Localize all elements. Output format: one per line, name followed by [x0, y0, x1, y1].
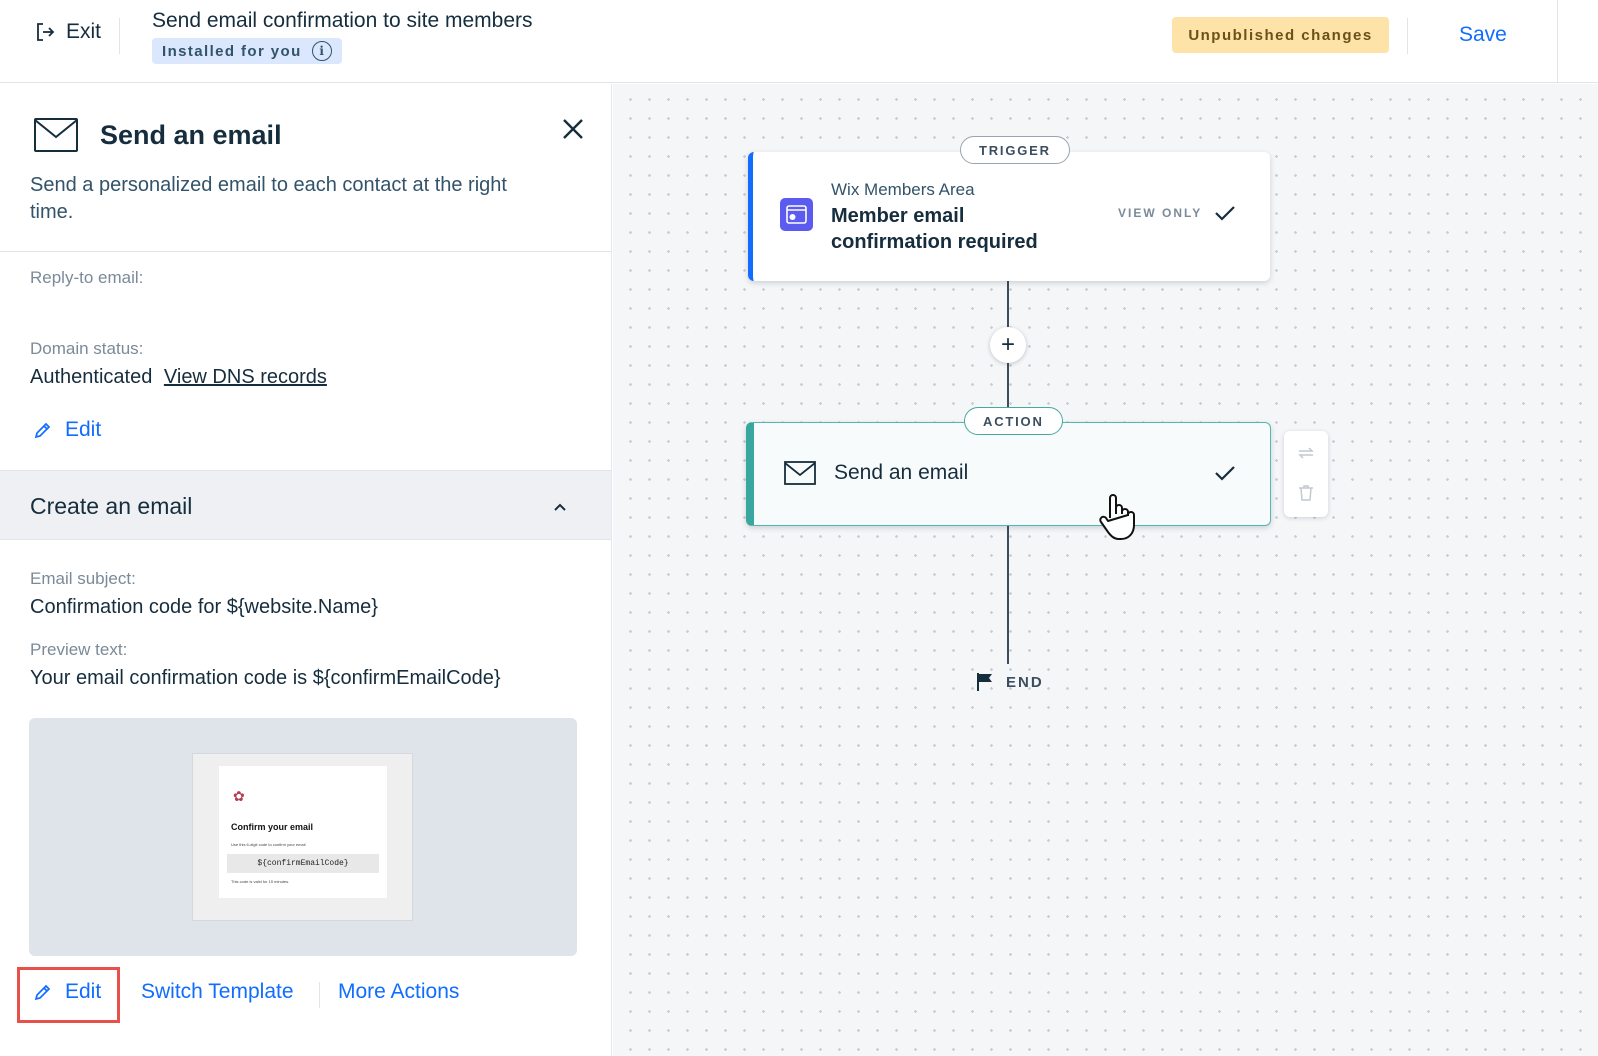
- action-settings-panel: Send an email Send a personalized email …: [0, 84, 612, 1056]
- add-step-button[interactable]: +: [990, 327, 1026, 363]
- preview-text-value: Your email confirmation code is ${confir…: [30, 667, 501, 689]
- logo-icon: ✿: [233, 788, 245, 804]
- email-preview-heading: Confirm your email: [231, 822, 314, 832]
- email-subject-value: Confirmation code for ${website.Name}: [30, 596, 378, 618]
- action-node[interactable]: Send an email: [746, 422, 1271, 526]
- replace-icon[interactable]: [1296, 443, 1316, 463]
- divider: [1407, 18, 1408, 54]
- exit-icon: [37, 23, 55, 41]
- email-subject-label: Email subject:: [30, 569, 136, 588]
- action-tag: ACTION: [964, 407, 1063, 435]
- pencil-icon: [34, 422, 51, 439]
- pencil-icon: [34, 984, 51, 1001]
- info-icon[interactable]: i: [311, 41, 332, 61]
- installed-badge-text: Installed for you: [162, 42, 302, 60]
- action-node-tools: [1284, 431, 1328, 517]
- save-button[interactable]: Save: [1459, 23, 1507, 47]
- members-area-app-icon: [780, 198, 813, 231]
- mail-icon: [34, 118, 78, 152]
- action-title: Send an email: [834, 461, 969, 484]
- panel-description: Send a personalized email to each contac…: [30, 174, 507, 223]
- domain-status-label: Domain status:: [30, 339, 144, 358]
- create-email-section-header[interactable]: Create an email: [0, 470, 611, 540]
- email-preview-area[interactable]: ✿ Confirm your email Use this 6-digit co…: [29, 718, 577, 956]
- domain-status-value: Authenticated: [30, 366, 153, 388]
- installed-badge: Installed for you i: [152, 38, 342, 64]
- edit-email-button[interactable]: Edit: [33, 980, 101, 1004]
- email-preview-body: Use this 6-digit code to confirm your em…: [231, 842, 306, 847]
- more-actions-button[interactable]: More Actions: [338, 980, 459, 1004]
- sender-edit-label: Edit: [65, 418, 102, 441]
- email-preview-code: ${confirmEmailCode}: [227, 854, 379, 873]
- view-only-label: VIEW ONLY: [1118, 206, 1203, 220]
- reply-to-label: Reply-to email:: [30, 268, 144, 287]
- checkmark-icon: [1215, 206, 1235, 221]
- top-bar: Exit Send email confirmation to site mem…: [0, 0, 1598, 83]
- switch-template-button[interactable]: Switch Template: [141, 980, 294, 1004]
- divider: [1557, 0, 1558, 83]
- panel-title: Send an email: [100, 120, 282, 150]
- sender-edit-button[interactable]: Edit: [33, 418, 101, 442]
- trigger-name: Member email confirmation required: [831, 205, 1038, 253]
- connector-line: [1007, 526, 1009, 664]
- trash-icon[interactable]: [1296, 483, 1316, 503]
- view-dns-records-link[interactable]: View DNS records: [164, 366, 327, 388]
- email-preview-footer: This code is valid for 15 minutes.: [231, 879, 290, 884]
- mail-icon: [784, 461, 816, 485]
- automation-canvas[interactable]: Wix Members Area Member email confirmati…: [613, 84, 1598, 1056]
- hand-cursor-icon: [1099, 494, 1135, 540]
- automation-title-area: Send email confirmation to site members …: [152, 8, 533, 64]
- trigger-app-name: Wix Members Area: [831, 180, 975, 199]
- flag-icon: [977, 673, 992, 691]
- close-icon[interactable]: [560, 116, 586, 142]
- preview-text-label: Preview text:: [30, 640, 128, 659]
- email-thumbnail: ✿ Confirm your email Use this 6-digit co…: [192, 753, 413, 921]
- exit-button[interactable]: Exit: [34, 20, 101, 44]
- trigger-node[interactable]: Wix Members Area Member email confirmati…: [748, 152, 1270, 281]
- email-actions-bar: Edit Switch Template More Actions: [0, 964, 611, 1026]
- app-window-icon: [786, 205, 807, 224]
- section-title: Create an email: [30, 493, 193, 519]
- trigger-tag: TRIGGER: [960, 136, 1070, 164]
- page-title: Send email confirmation to site members: [152, 9, 533, 32]
- email-thumbnail-body: ✿ Confirm your email Use this 6-digit co…: [219, 766, 387, 898]
- divider: [119, 18, 120, 54]
- unpublished-changes-badge: Unpublished changes: [1172, 17, 1389, 53]
- exit-label: Exit: [66, 20, 102, 43]
- divider: [319, 982, 320, 1008]
- checkmark-icon: [1215, 466, 1235, 481]
- chevron-up-icon[interactable]: [550, 497, 570, 517]
- panel-header: Send an email Send a personalized email …: [0, 84, 611, 252]
- edit-email-label: Edit: [65, 980, 102, 1003]
- end-label: END: [1006, 673, 1044, 691]
- domain-status: Authenticated View DNS records: [30, 366, 327, 389]
- end-marker: END: [976, 672, 1044, 692]
